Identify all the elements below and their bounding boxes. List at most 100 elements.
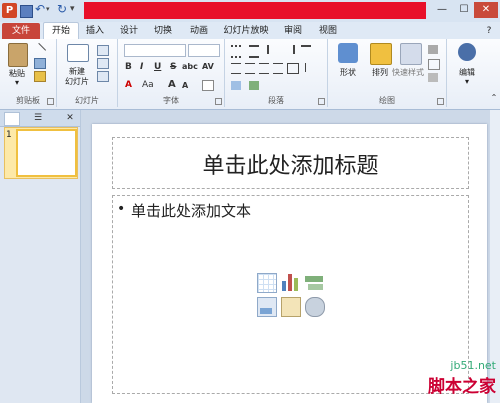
close-panel-icon[interactable]: ✕: [64, 112, 76, 124]
insert-smartart-icon[interactable]: [305, 273, 323, 291]
tab-design[interactable]: 设计: [117, 24, 141, 38]
align-center-icon[interactable]: [245, 63, 255, 74]
increase-indent-icon[interactable]: [283, 45, 295, 54]
font-color-button[interactable]: A: [125, 80, 132, 90]
ribbon: 粘贴 ▾ 剪贴板 新建 幻灯片 幻灯片 B I U S abc AV A Aa …: [0, 39, 500, 110]
bullets-icon[interactable]: [231, 45, 241, 58]
watermark-url: jb51.net: [450, 359, 496, 372]
shape-outline-icon[interactable]: [428, 59, 440, 70]
minimize-button[interactable]: —: [432, 2, 452, 18]
paragraph-launcher-icon[interactable]: [318, 98, 325, 105]
title-placeholder-text: 单击此处添加标题: [202, 154, 379, 179]
underline-button[interactable]: U: [154, 62, 161, 72]
slides-panel: ☰ ✕ 1: [0, 110, 81, 403]
text-direction-icon[interactable]: [305, 63, 316, 72]
font-size-combo[interactable]: [188, 44, 220, 57]
paragraph-group: 段落: [225, 39, 328, 107]
shape-fill-icon[interactable]: [428, 45, 438, 54]
watermark-name: 脚本之家: [428, 377, 496, 397]
font-launcher-icon[interactable]: [215, 98, 222, 105]
new-slide-icon[interactable]: [67, 44, 89, 62]
bullet-marker: •: [117, 201, 126, 217]
section-icon[interactable]: [97, 71, 109, 82]
slides-tab-icon[interactable]: [4, 112, 20, 126]
font-group: B I U S abc AV A Aa A A 字体: [118, 39, 225, 107]
drawing-launcher-icon[interactable]: [437, 98, 444, 105]
clipboard-group: 粘贴 ▾ 剪贴板: [0, 39, 57, 107]
tab-review[interactable]: 审阅: [281, 24, 305, 38]
columns-icon[interactable]: [287, 63, 299, 74]
clipboard-launcher-icon[interactable]: [47, 98, 54, 105]
line-spacing-icon[interactable]: [301, 45, 311, 56]
quick-styles-icon[interactable]: [400, 43, 422, 65]
paragraph-group-label: 段落: [268, 96, 284, 105]
slides-group: 新建 幻灯片 幻灯片: [57, 39, 118, 107]
drawing-group-label: 绘图: [379, 96, 395, 105]
italic-button[interactable]: I: [140, 62, 143, 72]
tab-slideshow[interactable]: 幻灯片放映: [223, 24, 269, 38]
smartart-icon[interactable]: [249, 81, 259, 90]
insert-chart-icon[interactable]: [281, 273, 299, 291]
tab-insert[interactable]: 插入: [83, 24, 107, 38]
powerpoint-logo-icon[interactable]: P: [2, 3, 17, 18]
slide-number: 1: [6, 130, 12, 140]
content-placeholder[interactable]: • 单击此处添加文本: [112, 195, 469, 394]
align-right-icon[interactable]: [259, 63, 269, 74]
arrange-icon[interactable]: [370, 43, 392, 65]
tab-file[interactable]: 文件: [2, 23, 40, 39]
drawing-group: 形状 排列 快速样式 绘图: [328, 39, 447, 107]
insert-media-icon[interactable]: [305, 297, 325, 317]
insert-clipart-icon[interactable]: [281, 297, 301, 317]
shapes-label[interactable]: 形状: [332, 67, 364, 78]
help-icon[interactable]: ?: [482, 24, 496, 38]
tab-animations[interactable]: 动画: [186, 24, 212, 38]
format-painter-icon[interactable]: [34, 71, 46, 82]
font-name-combo[interactable]: [124, 44, 186, 57]
paste-icon[interactable]: [8, 43, 28, 67]
slide-thumbnail[interactable]: [16, 129, 77, 177]
numbering-icon[interactable]: [249, 45, 259, 58]
reset-icon[interactable]: [97, 58, 109, 69]
align-left-icon[interactable]: [231, 63, 241, 74]
collapse-ribbon-icon[interactable]: ⌃: [490, 93, 498, 102]
editing-group: 编辑 ▾: [447, 39, 487, 107]
tab-transitions[interactable]: 切换: [151, 24, 175, 38]
clear-formatting-icon[interactable]: [202, 80, 214, 91]
ribbon-tab-bar: 文件 开始 插入 设计 切换 动画 幻灯片放映 审阅 视图 ?: [0, 22, 500, 41]
decrease-indent-icon[interactable]: [267, 45, 279, 54]
align-text-icon[interactable]: [231, 81, 241, 90]
close-button[interactable]: ✕: [474, 2, 498, 18]
bold-button[interactable]: B: [125, 62, 132, 72]
cut-icon[interactable]: [31, 42, 47, 58]
content-placeholder-text: 单击此处添加文本: [131, 202, 252, 220]
outline-tab-icon[interactable]: ☰: [28, 112, 48, 124]
font-group-label: 字体: [163, 96, 179, 105]
new-slide-label-line2[interactable]: 幻灯片: [59, 76, 95, 87]
paste-dropdown-icon[interactable]: ▾: [10, 78, 24, 87]
customize-toolbar-icon[interactable]: ▾: [70, 4, 85, 19]
title-placeholder[interactable]: 单击此处添加标题: [112, 137, 469, 189]
strikethrough-button[interactable]: S: [170, 62, 176, 72]
justify-icon[interactable]: [273, 63, 283, 74]
shrink-font-button[interactable]: A: [182, 81, 188, 90]
maximize-button[interactable]: ☐: [454, 2, 474, 18]
watermark: jb51.net 脚本之家: [428, 359, 496, 397]
save-icon[interactable]: [20, 5, 33, 18]
copy-icon[interactable]: [34, 58, 46, 69]
layout-icon[interactable]: [97, 45, 109, 56]
insert-picture-icon[interactable]: [257, 297, 277, 317]
quick-styles-label[interactable]: 快速样式: [388, 67, 428, 78]
grow-font-button[interactable]: A: [168, 79, 176, 90]
char-spacing-button[interactable]: AV: [202, 62, 214, 71]
edit-dropdown-icon[interactable]: ▾: [460, 77, 474, 86]
insert-table-icon[interactable]: [257, 273, 277, 293]
shapes-icon[interactable]: [338, 43, 358, 63]
tab-view[interactable]: 视图: [316, 24, 340, 38]
title-bar: P ↶ ▾ ↻ ▾ — ☐ ✕: [0, 0, 500, 22]
shape-effects-icon[interactable]: [428, 73, 438, 82]
shadow-button[interactable]: abc: [182, 62, 198, 71]
slides-group-label: 幻灯片: [75, 96, 99, 105]
panel-tabs: ☰ ✕: [0, 110, 80, 127]
find-icon[interactable]: [458, 43, 476, 61]
change-case-button[interactable]: Aa: [142, 80, 154, 90]
